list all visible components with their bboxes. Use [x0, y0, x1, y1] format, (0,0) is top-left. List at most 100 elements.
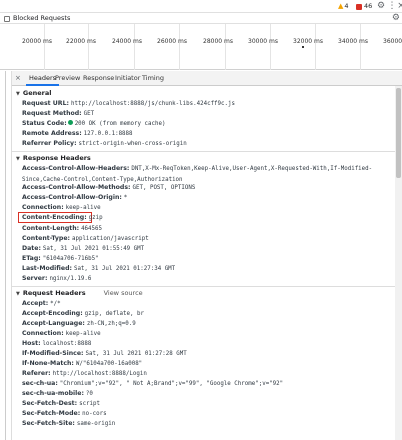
response-header-row: Content-Encoding: gzip	[22, 213, 400, 223]
request-header-row: sec-ch-ua-mobile: ?0	[22, 389, 400, 399]
response-header-row: Content-Type: application/javascript	[22, 234, 400, 244]
header-key: Connection:	[22, 330, 64, 337]
response-header-row: Access-Control-Allow-Headers: DNT,X-Mx-R…	[22, 164, 400, 185]
general-row: Request Method: GET	[22, 109, 400, 119]
errors-count: 46	[364, 2, 373, 10]
timeline-tick-label: 26000 ms	[157, 38, 187, 45]
timeline-tick-label: 30000 ms	[248, 38, 278, 45]
header-value: keep-alive	[65, 205, 101, 211]
header-value: W/"6104a700-16a008"	[75, 361, 143, 367]
header-key: Access-Control-Allow-Methods:	[22, 184, 131, 191]
header-value: "Chromium";v="92", " Not A;Brand";v="99"…	[59, 381, 284, 387]
general-row: Status Code: 200 OK (from memory cache)	[22, 119, 400, 129]
response-header-row: Content-Length: 464565	[22, 224, 400, 234]
timeline-tick-label: 20000 ms	[22, 38, 52, 45]
header-key: Access-Control-Allow-Origin:	[22, 194, 122, 201]
header-value: *	[123, 195, 128, 201]
response-header-row: ETag: "6104a706-716b5"	[22, 254, 400, 264]
timeline-marker	[302, 46, 304, 48]
general-section-header[interactable]: ▼ General	[16, 88, 51, 98]
request-headers-title: Request Headers	[22, 289, 86, 297]
header-key: Connection:	[22, 204, 64, 211]
header-key: Content-Type:	[22, 235, 70, 242]
timeline-tick-label: 22000 ms	[66, 38, 96, 45]
triangle-down-icon: ▼	[16, 91, 20, 97]
triangle-down-icon: ▼	[16, 156, 20, 162]
header-key: Sec-Fetch-Site:	[22, 420, 75, 427]
request-header-row: Referer: http://localhost:8888/Login	[22, 369, 400, 379]
gear-icon[interactable]: ⚙	[376, 1, 386, 12]
gear-icon[interactable]: ⚙	[392, 13, 400, 23]
header-value: Sat, 31 Jul 2021 01:27:28 GMT	[85, 351, 187, 357]
header-value: strict-origin-when-cross-origin	[78, 141, 187, 147]
timeline-gridline	[315, 24, 316, 70]
header-key: Content-Encoding:	[22, 214, 87, 221]
header-value: nginx/1.19.6	[49, 276, 92, 282]
header-key: Server:	[22, 275, 48, 282]
request-header-row: Sec-Fetch-Dest: script	[22, 399, 400, 409]
warnings-badge[interactable]: ▲ 4	[336, 2, 351, 11]
request-list-collapsed[interactable]	[0, 71, 12, 440]
timeline-tick-label: 36000 m	[383, 38, 402, 45]
response-header-row: Access-Control-Allow-Methods: GET, POST,…	[22, 183, 400, 193]
request-header-row: Host: localhost:8888	[22, 339, 400, 349]
header-value: gzip, deflate, br	[84, 311, 144, 317]
request-header-row: Sec-Fetch-Site: same-origin	[22, 419, 400, 429]
response-header-row: Date: Sat, 31 Jul 2021 01:55:49 GMT	[22, 244, 400, 254]
response-header-row: Access-Control-Allow-Origin: *	[22, 193, 400, 203]
tab-timing[interactable]: Timing	[142, 71, 164, 86]
header-key: Accept-Encoding:	[22, 310, 83, 317]
errors-badge[interactable]: 46	[354, 2, 374, 11]
view-source-link[interactable]: View source	[104, 289, 143, 297]
header-key: Remote Address:	[22, 130, 82, 137]
close-icon[interactable]: ×	[15, 71, 21, 86]
request-header-row: If-Modified-Since: Sat, 31 Jul 2021 01:2…	[22, 349, 400, 359]
header-value: GET	[83, 111, 95, 117]
response-headers-section-header[interactable]: ▼ Response Headers	[16, 153, 91, 163]
headers-panel: ▼ General Request URL: http://localhost:8…	[12, 86, 402, 440]
header-value: gzip	[88, 215, 103, 221]
header-key: sec-ch-ua-mobile:	[22, 390, 84, 397]
close-icon[interactable]: ×	[396, 1, 402, 12]
error-icon	[356, 3, 362, 10]
general-row: Remote Address: 127.0.0.1:8888	[22, 129, 400, 139]
header-value: ?0	[85, 391, 93, 397]
header-value: keep-alive	[65, 331, 101, 337]
general-row: Request URL: http://localhost:8888/js/ch…	[22, 99, 400, 109]
header-key: Access-Control-Allow-Headers:	[22, 165, 130, 172]
request-header-row: Sec-Fetch-Mode: no-cors	[22, 409, 400, 419]
header-value: GET, POST, OPTIONS	[132, 185, 196, 191]
request-header-row: If-None-Match: W/"6104a700-16a008"	[22, 359, 400, 369]
request-header-row: Accept-Language: zh-CN,zh;q=0.9	[22, 319, 400, 329]
section-divider	[12, 151, 402, 152]
network-overview-timeline[interactable]: 20000 ms 22000 ms 24000 ms 26000 ms 28000 ms…	[0, 24, 402, 70]
timeline-gridline	[44, 24, 45, 70]
header-key: Host:	[22, 340, 41, 347]
request-headers-section-header[interactable]: ▼ Request Headers View source	[16, 288, 143, 298]
blocked-requests-checkbox[interactable]	[4, 16, 10, 22]
details-tabs: × Headers Preview Response Initiator Tim…	[12, 71, 402, 86]
general-section-title: General	[22, 89, 52, 97]
warnings-count: 4	[344, 2, 349, 10]
timeline-gridline	[270, 24, 271, 70]
header-key: If-Modified-Since:	[22, 350, 84, 357]
header-key: Referrer Policy:	[22, 140, 77, 147]
timeline-gridline	[134, 24, 135, 70]
timeline-gridline	[179, 24, 180, 70]
header-value: zh-CN,zh;q=0.9	[86, 321, 136, 327]
response-header-row: Last-Modified: Sat, 31 Jul 2021 01:27:34…	[22, 264, 400, 274]
warning-icon: ▲	[338, 2, 344, 10]
scrollbar-thumb[interactable]	[396, 88, 401, 178]
tab-preview[interactable]: Preview	[55, 71, 80, 86]
header-value: Sat, 31 Jul 2021 01:27:34 GMT	[73, 266, 176, 272]
timeline-tick-label: 32000 ms	[293, 38, 323, 45]
triangle-down-icon: ▼	[16, 291, 20, 297]
response-header-row: Server: nginx/1.19.6	[22, 274, 400, 284]
header-key: Last-Modified:	[22, 265, 72, 272]
header-value: 464565	[81, 226, 103, 232]
header-key: sec-ch-ua:	[22, 380, 58, 387]
header-value: application/javascript	[71, 236, 149, 242]
tab-initiator[interactable]: Initiator	[115, 71, 140, 86]
header-key: Request URL:	[22, 100, 69, 107]
tab-response[interactable]: Response	[83, 71, 114, 86]
